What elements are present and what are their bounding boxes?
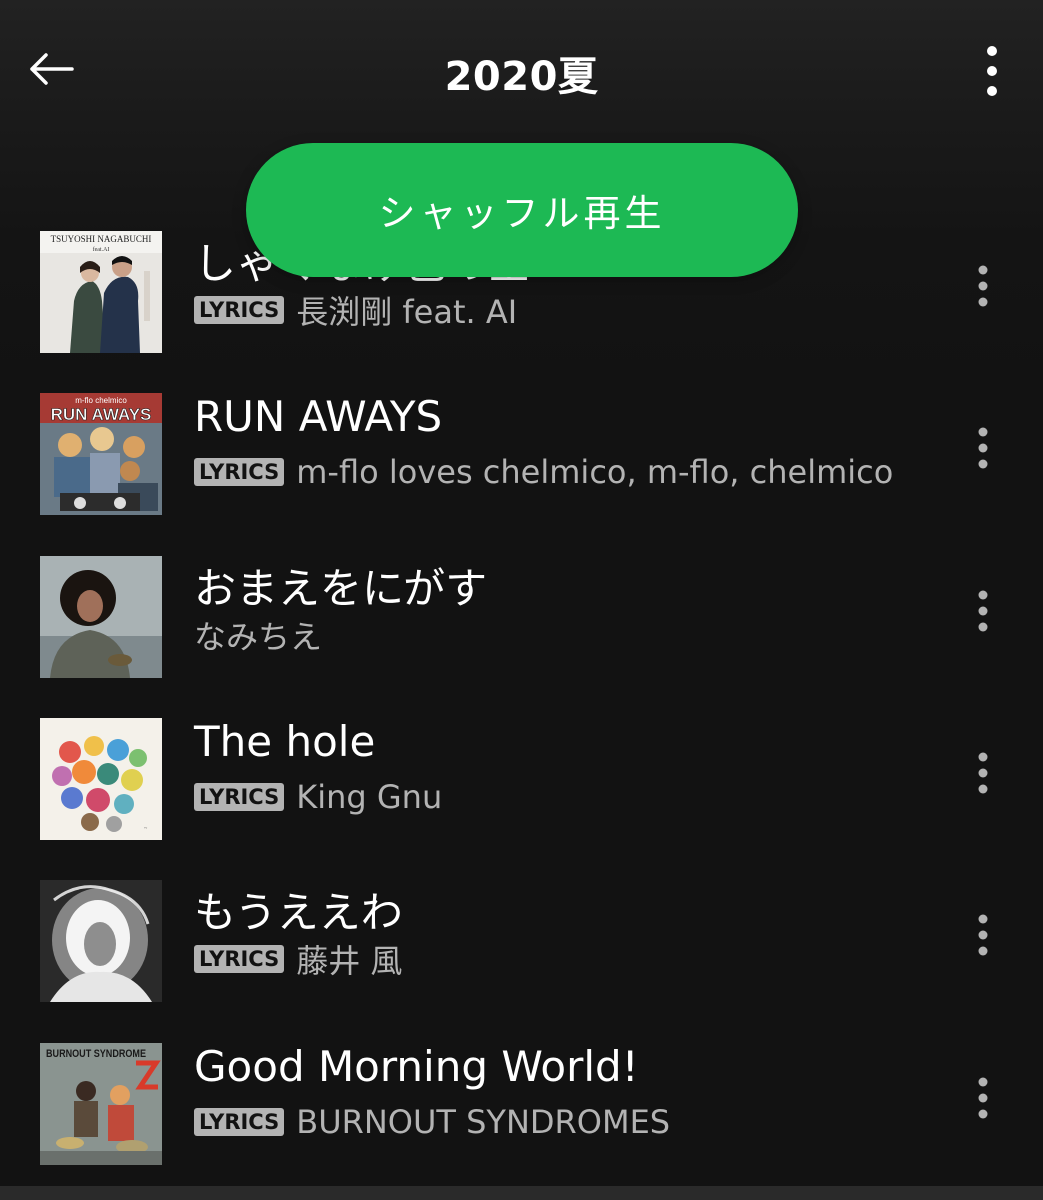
album-cover: BURNOUT SYNDROME <box>40 1043 162 1165</box>
track-meta: LYRICS m-flo loves chelmico, m-flo, chel… <box>194 452 893 492</box>
more-options-icon[interactable] <box>962 900 1004 970</box>
playlist-screen: TSUYOSHI NAGABUCHI feat.AI しゃくなげ色の空 LYRI… <box>0 0 1043 1200</box>
album-cover: m-flo chelmico RUN AWAYS <box>40 393 162 515</box>
track-artist: なみちえ <box>194 618 323 656</box>
track-title: もうええわ <box>194 888 403 937</box>
more-options-icon[interactable] <box>962 738 1004 808</box>
album-cover: ~ <box>40 718 162 840</box>
cover-text: feat.AI <box>93 246 110 253</box>
track-row[interactable]: もうええわ LYRICS 藤井 風 <box>0 862 1043 1024</box>
lyrics-badge: LYRICS <box>194 945 285 973</box>
more-options-icon[interactable] <box>962 1063 1004 1133</box>
track-meta: LYRICS 藤井 風 <box>194 939 403 980</box>
track-title: Good Morning World! <box>194 1042 639 1091</box>
track-title: おまえをにがす <box>194 564 488 613</box>
cover-text: RUN AWAYS <box>51 405 152 424</box>
cover-text: BURNOUT SYNDROME <box>46 1048 146 1060</box>
more-vertical-icon[interactable] <box>966 38 1018 104</box>
top-bar: 2020夏 <box>0 0 1043 140</box>
track-row[interactable]: ~ The hole LYRICS King Gnu <box>0 700 1043 862</box>
page-title: 2020夏 <box>444 54 599 100</box>
track-row[interactable]: おまえをにがす なみちえ <box>0 538 1043 700</box>
more-options-icon[interactable] <box>962 576 1004 646</box>
more-options-icon[interactable] <box>962 251 1004 321</box>
shuffle-play-button[interactable]: シャッフル再生 <box>246 143 798 277</box>
album-cover <box>40 556 162 678</box>
bottom-divider <box>0 1186 1043 1200</box>
track-artist: BURNOUT SYNDROMES <box>296 1103 671 1141</box>
cover-text: m-flo chelmico <box>75 396 127 405</box>
track-title: The hole <box>194 717 376 766</box>
track-artist: m-flo loves chelmico, m-flo, chelmico <box>296 453 894 491</box>
track-row[interactable]: BURNOUT SYNDROME Good Morning World! LYR… <box>0 1025 1043 1187</box>
track-meta: LYRICS BURNOUT SYNDROMES <box>194 1102 670 1142</box>
track-artist: 藤井 風 <box>296 942 403 980</box>
cover-text: TSUYOSHI NAGABUCHI <box>51 234 152 244</box>
track-meta: なみちえ <box>194 615 323 656</box>
track-artist: King Gnu <box>296 778 443 816</box>
more-options-icon[interactable] <box>962 413 1004 483</box>
album-cover <box>40 880 162 1002</box>
album-cover: TSUYOSHI NAGABUCHI feat.AI <box>40 231 162 353</box>
track-artist: 長渕剛 feat. AI <box>296 293 518 331</box>
track-meta: LYRICS King Gnu <box>194 777 442 817</box>
lyrics-badge: LYRICS <box>194 296 285 324</box>
lyrics-badge: LYRICS <box>194 458 285 486</box>
back-arrow-icon[interactable] <box>22 40 80 98</box>
track-row[interactable]: m-flo chelmico RUN AWAYS RUN AWAYS LYRIC… <box>0 375 1043 537</box>
lyrics-badge: LYRICS <box>194 1108 285 1136</box>
lyrics-badge: LYRICS <box>194 783 285 811</box>
track-title: RUN AWAYS <box>194 392 443 441</box>
track-meta: LYRICS 長渕剛 feat. AI <box>194 290 518 331</box>
